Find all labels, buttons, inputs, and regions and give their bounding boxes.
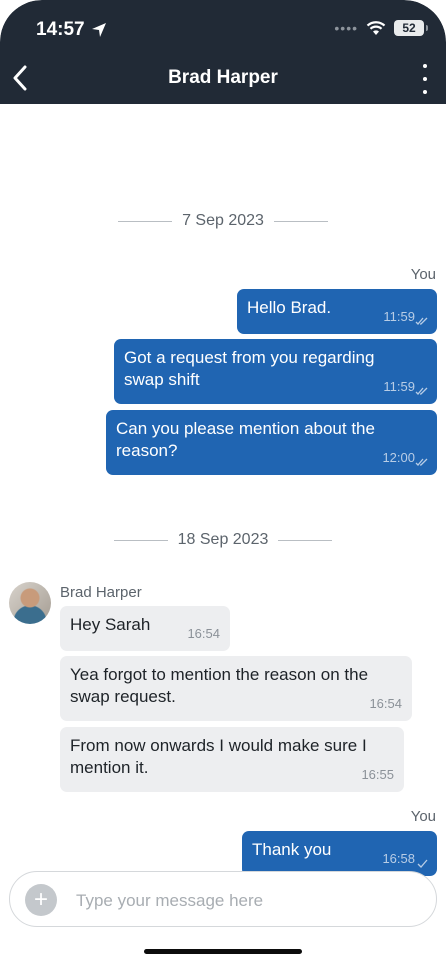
date-separator: 18 Sep 2023 — [0, 531, 446, 549]
message-text: Hello Brad. — [247, 298, 332, 317]
more-dot — [423, 64, 427, 68]
chat-screen: 14:57 •••• 52 Brad Harper 7 Sep 2023 You… — [0, 0, 446, 964]
outgoing-message[interactable]: Got a request from you regarding swap sh… — [114, 339, 437, 404]
sender-label-you: You — [410, 266, 436, 283]
location-arrow-icon — [91, 23, 106, 37]
message-time: 12:00 — [382, 450, 415, 465]
divider — [273, 220, 328, 222]
more-dot — [423, 90, 427, 94]
double-check-icon — [415, 317, 428, 325]
message-composer: + — [9, 871, 437, 927]
plus-icon: + — [33, 886, 48, 913]
check-icon — [417, 859, 428, 868]
message-text: Got a request from you regarding swap sh… — [124, 348, 375, 389]
outgoing-message[interactable]: Thank you 16:58 — [242, 831, 437, 876]
message-input[interactable] — [74, 884, 418, 918]
cellular-signal-icon: •••• — [334, 20, 358, 36]
message-time: 11:59 — [383, 379, 415, 394]
double-check-icon — [415, 387, 428, 395]
double-check-icon — [415, 458, 428, 466]
battery-level: 52 — [402, 21, 416, 35]
date-separator: 7 Sep 2023 — [0, 212, 446, 230]
battery-icon: 52 — [394, 20, 428, 36]
message-text: Thank you — [252, 840, 332, 859]
message-time: 11:59 — [383, 309, 415, 324]
incoming-message[interactable]: Hey Sarah 16:54 — [60, 606, 230, 651]
incoming-message[interactable]: From now onwards I would make sure I men… — [60, 727, 404, 792]
divider — [118, 220, 173, 222]
message-text: Can you please mention about the reason? — [116, 419, 375, 460]
avatar[interactable] — [9, 582, 51, 624]
message-time: 16:54 — [369, 696, 402, 711]
status-time: 14:57 — [36, 19, 107, 41]
attach-button[interactable]: + — [25, 884, 57, 916]
clock: 14:57 — [36, 19, 85, 40]
status-indicators: •••• 52 — [334, 20, 428, 36]
sender-name: Brad Harper — [60, 584, 142, 601]
date-label: 18 Sep 2023 — [177, 531, 269, 548]
more-dot — [423, 77, 427, 81]
message-time: 16:55 — [361, 767, 394, 782]
date-label: 7 Sep 2023 — [182, 212, 264, 229]
message-time: 16:58 — [382, 851, 415, 866]
outgoing-message[interactable]: Hello Brad. 11:59 — [237, 289, 437, 334]
incoming-message[interactable]: Yea forgot to mention the reason on the … — [60, 656, 412, 721]
message-text: From now onwards I would make sure I men… — [70, 736, 367, 777]
message-text: Yea forgot to mention the reason on the … — [70, 665, 369, 706]
message-time: 16:54 — [187, 626, 220, 641]
divider — [278, 539, 333, 541]
chat-title: Brad Harper — [168, 67, 278, 88]
more-options-button[interactable] — [418, 64, 432, 94]
outgoing-message[interactable]: Can you please mention about the reason?… — [106, 410, 437, 475]
sender-label-you: You — [410, 808, 436, 825]
chat-header: 14:57 •••• 52 Brad Harper — [0, 0, 446, 104]
home-indicator — [144, 949, 302, 954]
message-text: Hey Sarah — [70, 615, 151, 634]
divider — [113, 539, 168, 541]
wifi-icon — [366, 20, 386, 35]
